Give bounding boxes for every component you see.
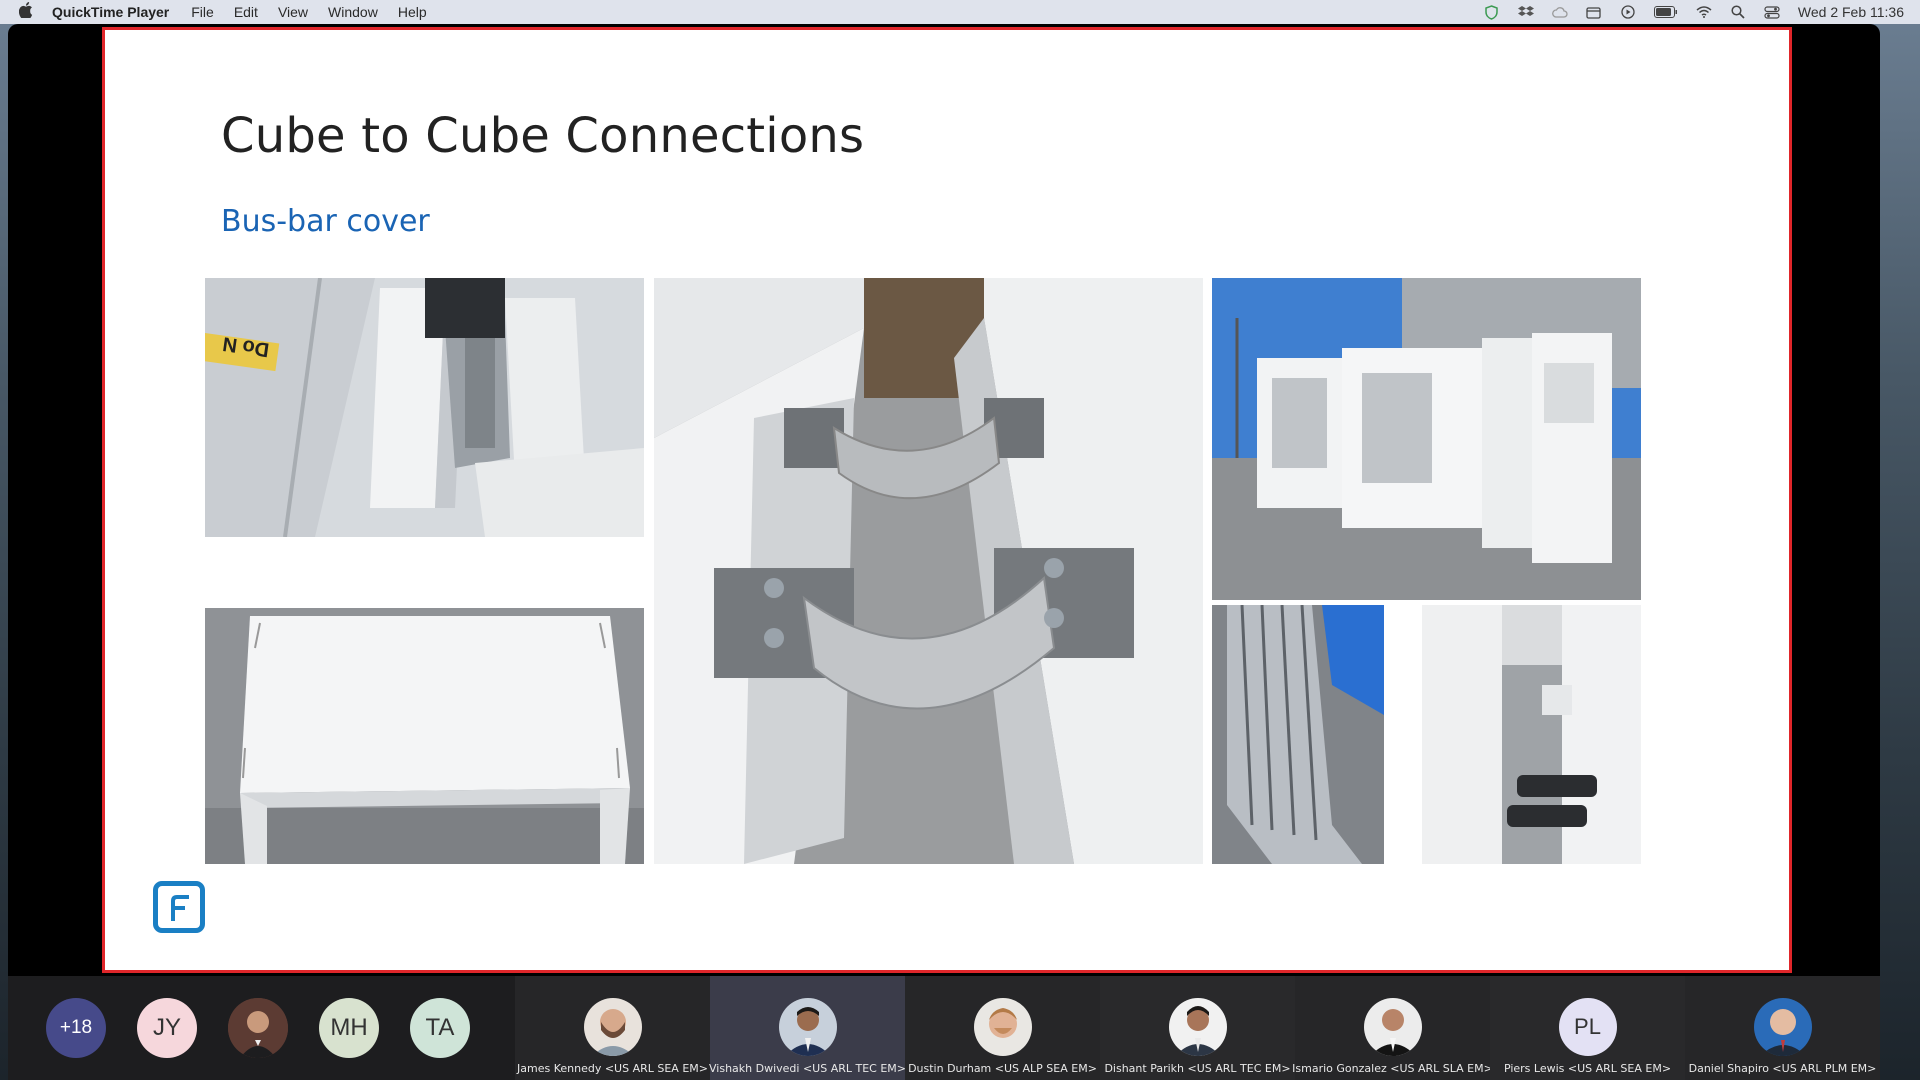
more-participants-button[interactable]: +18 [46, 998, 106, 1058]
participant-name: Ismario Gonzalez <US ARL SLA EM> [1292, 1062, 1493, 1075]
shield-icon[interactable] [1484, 4, 1500, 20]
photo-cube-side-connection [1422, 605, 1641, 864]
photo-folded-covers [1212, 605, 1384, 864]
participant-tile-dustin-durham[interactable]: Dustin Durham <US ALP SEA EM> [905, 976, 1100, 1080]
battery-icon[interactable] [1653, 5, 1678, 19]
wifi-icon[interactable] [1696, 5, 1712, 19]
participant-avatar [1363, 998, 1422, 1056]
participant-bubble-jy[interactable]: JY [137, 998, 197, 1058]
menu-file[interactable]: File [191, 4, 214, 20]
participant-avatar-initials: PL [1558, 998, 1617, 1056]
participant-avatar [778, 998, 837, 1056]
participant-avatar [1168, 998, 1227, 1056]
photo-braided-busbar [654, 278, 1203, 864]
participant-bubble-mh[interactable]: MH [319, 998, 379, 1058]
menu-edit[interactable]: Edit [234, 4, 258, 20]
control-center-icon[interactable] [1764, 5, 1780, 19]
photo-busbar-cover-flat [205, 608, 644, 864]
participant-name: Dishant Parikh <US ARL TEC EM> [1104, 1062, 1291, 1075]
play-circle-icon[interactable] [1620, 5, 1636, 19]
participant-tile-james-kennedy[interactable]: James Kennedy <US ARL SEA EM> [515, 976, 710, 1080]
participants-strip: +18 JY MH TA James Kennedy <US ARL SEA E… [8, 976, 1880, 1080]
participant-name: Daniel Shapiro <US ARL PLM EM> [1688, 1062, 1877, 1075]
menu-window[interactable]: Window [328, 4, 378, 20]
participant-avatar [583, 998, 642, 1056]
menubar-clock[interactable]: Wed 2 Feb 11:36 [1798, 4, 1904, 20]
participant-avatar-photo[interactable] [228, 998, 288, 1058]
participant-avatar [1753, 998, 1812, 1056]
menu-view[interactable]: View [278, 4, 308, 20]
menu-help[interactable]: Help [398, 4, 427, 20]
participant-name: Dustin Durham <US ALP SEA EM> [908, 1062, 1097, 1075]
participant-bubble-ta[interactable]: TA [410, 998, 470, 1058]
quicktime-window: Cube to Cube Connections Bus-bar cover D… [8, 24, 1880, 1080]
participant-name: Piers Lewis <US ARL SEA EM> [1503, 1062, 1672, 1075]
menu-bar: QuickTime Player File Edit View Window H… [0, 0, 1920, 24]
presentation-slide: Cube to Cube Connections Bus-bar cover D… [102, 27, 1792, 973]
participant-tile-piers-lewis[interactable]: PL Piers Lewis <US ARL SEA EM> [1490, 976, 1685, 1080]
apple-menu-icon[interactable] [0, 2, 52, 22]
app-name-menu[interactable]: QuickTime Player [52, 4, 169, 20]
participant-avatar [973, 998, 1032, 1056]
participant-tile-ismario-gonzalez[interactable]: Ismario Gonzalez <US ARL SLA EM> [1292, 976, 1493, 1080]
photo-cubes-outdoor [1212, 278, 1641, 600]
dropbox-icon[interactable] [1517, 5, 1534, 19]
slide-subtitle: Bus-bar cover [221, 204, 430, 239]
participant-bubbles: +18 JY MH TA [8, 976, 515, 1080]
calendar-icon[interactable] [1586, 5, 1602, 19]
cloud-sync-icon[interactable] [1551, 5, 1568, 19]
participant-name: Vishakh Dwivedi <US ARL TEC EM> [709, 1062, 907, 1075]
participant-tile-dishant-parikh[interactable]: Dishant Parikh <US ARL TEC EM> [1100, 976, 1295, 1080]
company-logo [153, 881, 205, 933]
participant-tile-daniel-shapiro[interactable]: Daniel Shapiro <US ARL PLM EM> [1685, 976, 1880, 1080]
participant-name: James Kennedy <US ARL SEA EM> [517, 1062, 708, 1075]
participant-tile-vishakh-dwivedi[interactable]: Vishakh Dwivedi <US ARL TEC EM> [709, 976, 907, 1080]
photo-busbar-cover-installed: Do N [205, 278, 644, 537]
search-icon[interactable] [1730, 5, 1746, 19]
status-area: Wed 2 Feb 11:36 [1484, 4, 1920, 20]
slide-title: Cube to Cube Connections [221, 108, 865, 164]
